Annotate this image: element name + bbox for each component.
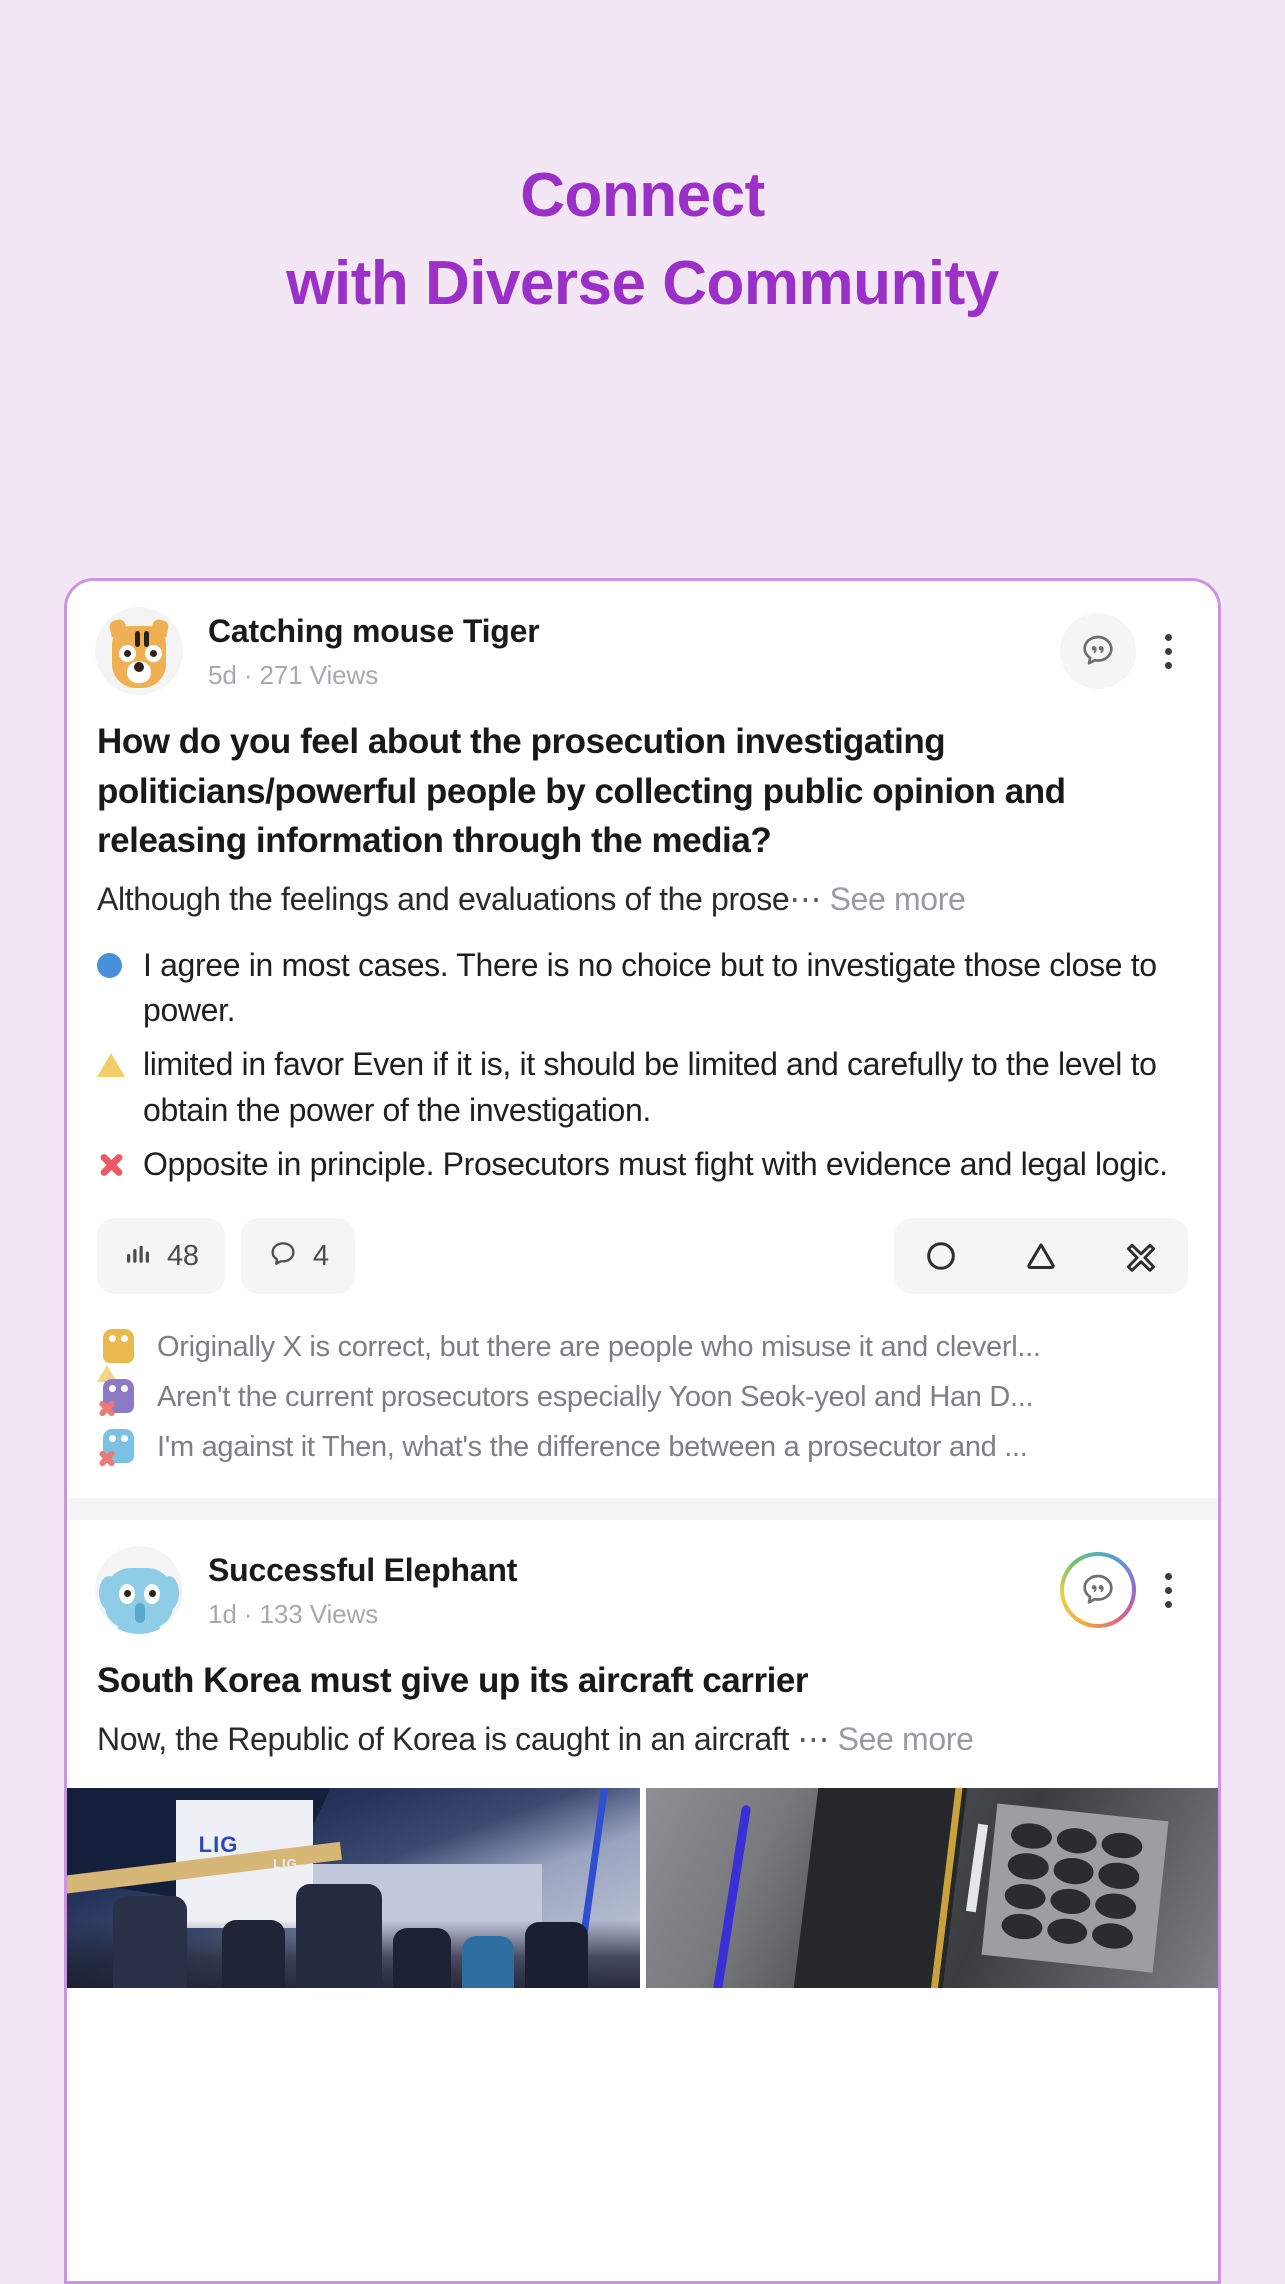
post-header: Catching mouse Tiger 5d · 271 Views (67, 581, 1218, 717)
hero-heading: Connect with Diverse Community (0, 0, 1285, 328)
post-title[interactable]: South Korea must give up its aircraft ca… (95, 1656, 1190, 1706)
comment-preview-text: Originally X is correct, but there are p… (157, 1330, 1041, 1363)
post-header-actions (1060, 613, 1190, 689)
poll-options: I agree in most cases. There is no choic… (95, 943, 1190, 1189)
post-excerpt-text: Now, the Republic of Korea is caught in … (97, 1720, 789, 1757)
post-divider (67, 1498, 1218, 1521)
vote-circle-icon[interactable] (920, 1235, 962, 1277)
post-meta: 5d · 271 Views (208, 660, 379, 690)
quote-bubble-icon[interactable] (1060, 1552, 1136, 1629)
post-author-name[interactable]: Catching mouse Tiger (208, 611, 1060, 651)
poll-option[interactable]: limited in favor Even if it is, it shoul… (97, 1042, 1188, 1133)
post-author-name[interactable]: Successful Elephant (208, 1550, 1060, 1590)
comment-preview-item[interactable]: I'm against it Then, what's the differen… (97, 1422, 1188, 1472)
stats-count: 48 (167, 1239, 199, 1272)
bar-chart-icon (123, 1239, 153, 1274)
post-item[interactable]: Catching mouse Tiger 5d · 271 Views How … (67, 581, 1218, 1499)
badge-x-icon (97, 1448, 117, 1468)
kebab-menu-icon[interactable] (1146, 613, 1190, 689)
vote-x-icon[interactable] (1120, 1235, 1162, 1277)
poll-option-label: I agree in most cases. There is no choic… (143, 946, 1157, 1028)
post-item[interactable]: Successful Elephant 1d · 133 Views South… (67, 1520, 1218, 1989)
vote-button-group (894, 1218, 1188, 1295)
excerpt-ellipsis: ⋯ (789, 881, 822, 918)
badge-triangle-icon (97, 1348, 117, 1383)
poll-mark-triangle-icon (97, 1042, 131, 1088)
tiger-eye-right-icon (145, 645, 162, 662)
trade-show-booth-photo[interactable]: LIG LIG LIG (67, 1788, 640, 1989)
poll-option[interactable]: Opposite in principle. Prosecutors must … (97, 1142, 1188, 1188)
post-excerpt: Although the feelings and evaluations of… (95, 877, 1190, 922)
feed-card: Catching mouse Tiger 5d · 271 Views How … (64, 578, 1221, 2284)
tiger-nose-icon (134, 662, 144, 672)
see-more-link[interactable]: See more (830, 881, 966, 917)
commenter-avatar (97, 1375, 141, 1419)
comment-preview-text: I'm against it Then, what's the differen… (157, 1430, 1028, 1463)
comments-button[interactable]: 4 (240, 1218, 355, 1295)
elephant-trunk-icon (135, 1603, 145, 1624)
excerpt-ellipsis: ⋯ (797, 1720, 830, 1757)
poll-mark-x-icon (97, 1142, 131, 1188)
quote-bubble-icon[interactable] (1060, 613, 1136, 689)
poll-option[interactable]: I agree in most cases. There is no choic… (97, 943, 1188, 1034)
hero-line-2: with Diverse Community (286, 249, 999, 319)
poll-option-label: Opposite in principle. Prosecutors must … (143, 1146, 1168, 1183)
tiger-stripe-icon (135, 631, 140, 647)
post-author-block: Successful Elephant 1d · 133 Views (183, 1550, 1060, 1630)
post-action-bar: 48 4 (95, 1218, 1190, 1295)
speech-bubble-icon (267, 1238, 299, 1275)
post-header: Successful Elephant 1d · 133 Views (67, 1520, 1218, 1656)
comment-preview-item[interactable]: Aren't the current prosecutors especiall… (97, 1372, 1188, 1422)
vote-triangle-icon[interactable] (1020, 1235, 1062, 1277)
commenter-avatar (97, 1325, 141, 1383)
see-more-link[interactable]: See more (838, 1721, 974, 1757)
kebab-menu-icon[interactable] (1146, 1552, 1190, 1628)
post-photo-grid: LIG LIG LIG (67, 1788, 1218, 1989)
hero-line-1: Connect (520, 161, 765, 230)
badge-x-icon (97, 1398, 117, 1418)
commenter-avatar (97, 1425, 141, 1469)
industrial-equipment-photo[interactable] (645, 1788, 1218, 1989)
poll-mark-circle-icon (97, 943, 131, 989)
booth-logo-text: LIG (198, 1832, 239, 1858)
elephant-avatar[interactable] (95, 1546, 183, 1635)
tiger-stripe-icon (144, 631, 149, 647)
comment-preview-item[interactable]: Originally X is correct, but there are p… (97, 1322, 1188, 1383)
comment-preview-list: Originally X is correct, but there are p… (95, 1322, 1190, 1498)
stats-button[interactable]: 48 (97, 1218, 225, 1295)
post-excerpt-text: Although the feelings and evaluations of… (97, 881, 790, 918)
booth-logo-text: LIG (273, 1856, 298, 1872)
poll-option-label: limited in favor Even if it is, it shoul… (143, 1046, 1157, 1128)
tiger-avatar[interactable] (95, 607, 183, 695)
comments-count: 4 (312, 1239, 329, 1272)
post-title[interactable]: How do you feel about the prosecution in… (95, 717, 1190, 866)
tiger-eye-left-icon (119, 645, 136, 662)
post-header-actions (1060, 1552, 1190, 1629)
post-excerpt: Now, the Republic of Korea is caught in … (95, 1717, 1190, 1762)
post-author-block: Catching mouse Tiger 5d · 271 Views (183, 611, 1060, 691)
comment-preview-text: Aren't the current prosecutors especiall… (157, 1380, 1034, 1413)
post-meta: 1d · 133 Views (208, 1599, 379, 1630)
